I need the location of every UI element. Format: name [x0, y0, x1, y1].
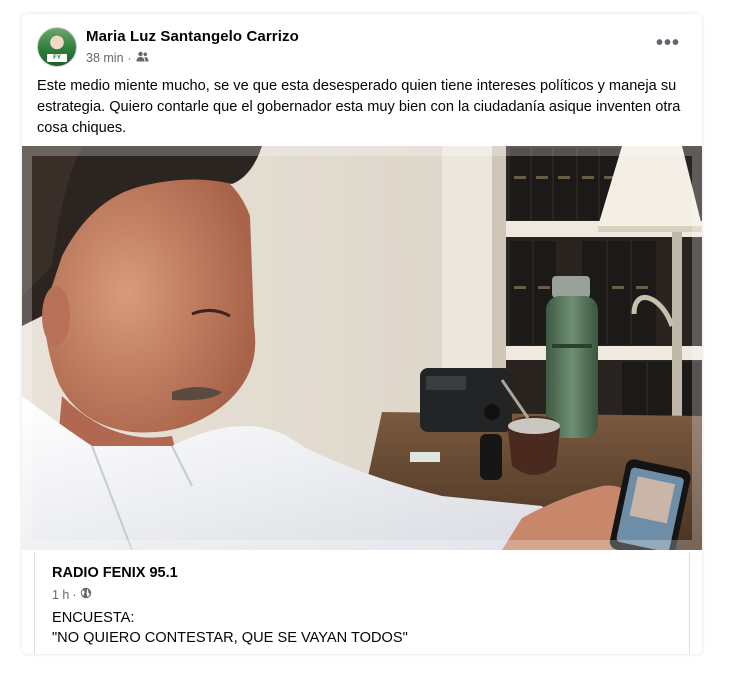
post-card: FY Maria Luz Santangelo Carrizo 38 min ·…	[22, 14, 702, 654]
post-meta: 38 min ·	[86, 51, 149, 65]
post-timestamp[interactable]: 38 min	[86, 51, 124, 65]
post-text: Este medio miente mucho, se ve que esta …	[37, 78, 681, 136]
shared-text-line-2: "NO QUIERO CONTESTAR, QUE SE VAYAN TODOS…	[52, 630, 408, 646]
shared-post-info[interactable]: RADIO FENIX 95.1 1 h · ENCUESTA: "NO QUI…	[34, 552, 690, 654]
shared-meta-separator: ·	[72, 587, 77, 602]
globe-icon[interactable]	[80, 587, 92, 602]
shared-meta: 1 h ·	[52, 587, 92, 602]
shared-timestamp[interactable]: 1 h	[52, 588, 69, 602]
meta-separator: ·	[127, 51, 132, 65]
author-avatar[interactable]: FY	[37, 27, 77, 67]
avatar-badge: FY	[47, 54, 67, 62]
photo-illustration	[22, 146, 702, 550]
shared-page-name[interactable]: RADIO FENIX 95.1	[52, 565, 178, 581]
shared-post-text: ENCUESTA: "NO QUIERO CONTESTAR, QUE SE V…	[52, 608, 408, 648]
more-options-button[interactable]: •••	[654, 32, 682, 54]
shared-text-line-1: ENCUESTA:	[52, 610, 135, 626]
post-photo[interactable]	[22, 146, 702, 550]
friends-icon[interactable]	[136, 51, 149, 65]
post-header: FY Maria Luz Santangelo Carrizo 38 min ·…	[22, 14, 702, 74]
more-horizontal-icon: •••	[655, 31, 680, 54]
author-name[interactable]: Maria Luz Santangelo Carrizo	[86, 28, 299, 45]
